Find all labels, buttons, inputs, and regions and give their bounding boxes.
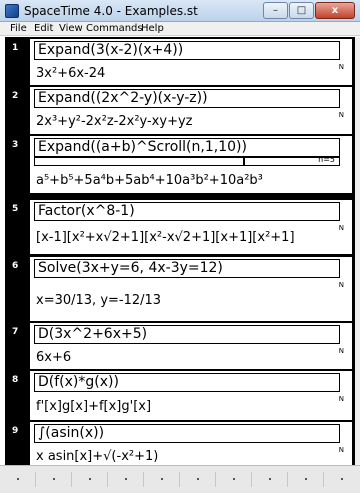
cell-output: [x-1][x²+x√2+1][x²-x√2+1][x+1][x²+1] — [36, 230, 295, 245]
cell-number: 2 — [12, 91, 19, 101]
numeric-flag: N — [338, 281, 344, 289]
slider-thumb[interactable] — [243, 158, 245, 165]
slider-label: n=5 — [318, 155, 335, 164]
cell-number: 3 — [12, 140, 19, 150]
status-cell — [180, 472, 216, 487]
dot-icon — [161, 478, 163, 480]
menu-help[interactable]: Help — [141, 22, 164, 36]
cell-body: D(f(x)*g(x)) N f'[x]g[x]+f[x]g'[x] — [30, 371, 352, 420]
dot-icon — [305, 478, 307, 480]
cell-body: D(3x^2+6x+5) N 6x+6 — [30, 323, 352, 369]
window-title: SpaceTime 4.0 - Examples.st — [24, 4, 198, 18]
cell-number: 6 — [12, 261, 19, 271]
status-cell — [288, 472, 324, 487]
cell-number: 7 — [12, 327, 19, 337]
menu-edit[interactable]: Edit — [34, 22, 53, 36]
menu-commands[interactable]: Commands — [86, 22, 143, 36]
numeric-flag: N — [338, 395, 344, 403]
cell-input[interactable]: Expand((2x^2-y)(x-y-z)) — [34, 89, 340, 108]
status-bar — [0, 465, 360, 493]
dot-icon — [233, 478, 235, 480]
input-text: Solve(3x+y=6, 4x-3y=12) — [38, 260, 223, 276]
input-text: D(f(x)*g(x)) — [38, 374, 119, 390]
numeric-flag: N — [338, 446, 344, 454]
status-cell — [108, 472, 144, 487]
input-text: Expand((2x^2-y)(x-y-z)) — [38, 90, 208, 106]
numeric-flag: N — [338, 224, 344, 232]
dot-icon — [17, 478, 19, 480]
cell-input[interactable]: Solve(3x+y=6, 4x-3y=12) — [34, 259, 340, 278]
input-text: D(3x^2+6x+5) — [38, 326, 148, 342]
menu-bar: File Edit View Commands Help — [0, 22, 360, 36]
close-button[interactable]: x — [315, 2, 355, 19]
title-bar: SpaceTime 4.0 - Examples.st – □ x — [0, 0, 360, 22]
cell: 2 Expand((2x^2-y)(x-y-z)) N 2x³+y²-2x²z-… — [5, 87, 355, 134]
cell-output: x asin[x]+√(-x²+1) — [36, 449, 159, 464]
input-text: ∫(asin(x)) — [38, 425, 105, 441]
dot-icon — [125, 478, 127, 480]
dot-icon — [53, 478, 55, 480]
worksheet[interactable]: 1 Expand(3(x-2)(x+4)) N 3x²+6x-24 2 Expa… — [5, 37, 355, 465]
dot-icon — [89, 478, 91, 480]
cell-number: 5 — [12, 204, 19, 214]
cell: 3 Expand((a+b)^Scroll(n,1,10)) n=5 a⁵+b⁵… — [5, 136, 355, 193]
dot-icon — [197, 478, 199, 480]
cell-body: ∫(asin(x)) N x asin[x]+√(-x²+1) — [30, 422, 352, 465]
numeric-flag: N — [338, 63, 344, 71]
cell: 1 Expand(3(x-2)(x+4)) N 3x²+6x-24 — [5, 39, 355, 85]
cell-output: f'[x]g[x]+f[x]g'[x] — [36, 399, 152, 414]
status-cell — [252, 472, 288, 487]
cell: 8 D(f(x)*g(x)) N f'[x]g[x]+f[x]g'[x] — [5, 371, 355, 420]
status-cell — [36, 472, 72, 487]
cell: 5 Factor(x^8-1) N [x-1][x²+x√2+1][x²-x√2… — [5, 200, 355, 254]
cell: 6 Solve(3x+y=6, 4x-3y=12) N x=30/13, y=-… — [5, 257, 355, 321]
numeric-flag: N — [338, 347, 344, 355]
dot-icon — [341, 478, 343, 480]
cell-output: x=30/13, y=-12/13 — [36, 293, 162, 308]
cell: 9 ∫(asin(x)) N x asin[x]+√(-x²+1) — [5, 422, 355, 465]
status-cell — [216, 472, 252, 487]
app-icon — [5, 4, 19, 18]
input-text: Factor(x^8-1) — [38, 203, 135, 219]
dot-icon — [269, 478, 271, 480]
window-controls: – □ x — [263, 2, 355, 19]
cell-output: 2x³+y²-2x²z-2x²y-xy+yz — [36, 114, 193, 129]
vertical-scrollbar[interactable] — [355, 37, 360, 465]
cell-number: 1 — [12, 43, 19, 53]
input-text: Expand((a+b)^Scroll(n,1,10)) — [38, 139, 247, 155]
scroll-slider[interactable]: n=5 — [34, 155, 340, 166]
cell-input[interactable]: D(3x^2+6x+5) — [34, 325, 340, 344]
maximize-button[interactable]: □ — [289, 2, 314, 19]
cell: 7 D(3x^2+6x+5) N 6x+6 — [5, 323, 355, 369]
status-cell — [144, 472, 180, 487]
menu-file[interactable]: File — [10, 22, 27, 36]
cell-body: Solve(3x+y=6, 4x-3y=12) N x=30/13, y=-12… — [30, 257, 352, 321]
cell-output: 6x+6 — [36, 350, 72, 365]
minimize-button[interactable]: – — [263, 2, 288, 19]
status-cell — [324, 472, 360, 487]
status-cell — [72, 472, 108, 487]
cell-input[interactable]: ∫(asin(x)) — [34, 424, 340, 443]
cell-body: Expand((a+b)^Scroll(n,1,10)) n=5 a⁵+b⁵+5… — [30, 136, 352, 193]
cell-input[interactable]: D(f(x)*g(x)) — [34, 373, 340, 392]
cell-input[interactable]: Factor(x^8-1) — [34, 202, 340, 221]
cell-number: 9 — [12, 426, 19, 436]
cell-input[interactable]: Expand((a+b)^Scroll(n,1,10)) — [34, 138, 340, 157]
status-cell — [0, 472, 36, 487]
cell-body: Expand((2x^2-y)(x-y-z)) N 2x³+y²-2x²z-2x… — [30, 87, 352, 134]
cell-output: a⁵+b⁵+5a⁴b+5ab⁴+10a³b²+10a²b³ — [36, 173, 263, 188]
input-text: Expand(3(x-2)(x+4)) — [38, 42, 184, 58]
cell-output: 3x²+6x-24 — [36, 66, 106, 81]
cell-body: Factor(x^8-1) N [x-1][x²+x√2+1][x²-x√2+1… — [30, 200, 352, 254]
cell-number: 8 — [12, 375, 19, 385]
numeric-flag: N — [338, 111, 344, 119]
menu-view[interactable]: View — [59, 22, 83, 36]
cell-input[interactable]: Expand(3(x-2)(x+4)) — [34, 41, 340, 60]
cell-body: Expand(3(x-2)(x+4)) N 3x²+6x-24 — [30, 39, 352, 85]
